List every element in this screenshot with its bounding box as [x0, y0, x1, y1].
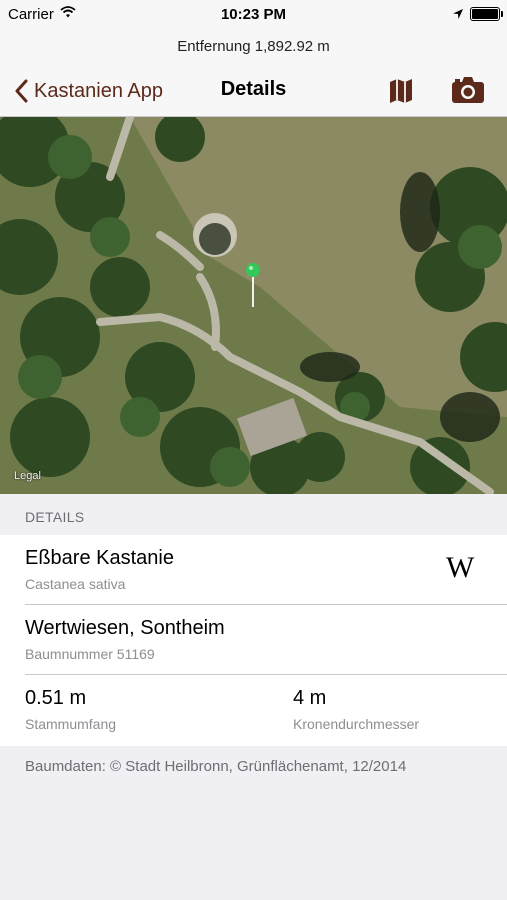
battery-icon — [470, 7, 503, 21]
pin-icon — [246, 263, 260, 307]
status-bar: Carrier 10:23 PM — [0, 0, 507, 28]
section-header: DETAILS — [0, 495, 507, 535]
tree-number: Baumnummer 51169 — [25, 646, 155, 662]
crown-diameter-label: Kronendurchmesser — [293, 716, 420, 732]
camera-button[interactable] — [450, 74, 486, 106]
clock: 10:23 PM — [220, 6, 287, 23]
page-title: Details — [220, 78, 287, 100]
camera-icon — [452, 77, 484, 103]
section-header-label: DETAILS — [25, 509, 85, 525]
location-arrow-icon — [452, 7, 464, 25]
satellite-map[interactable] — [0, 117, 507, 494]
trunk-circumference-label: Stammumfang — [25, 716, 117, 732]
species-cell: Eßbare Kastanie Castanea sativa W — [0, 535, 507, 605]
location-pin[interactable] — [246, 263, 260, 309]
data-source-footer: Baumdaten: © Stadt Heilbronn, Grünfläche… — [25, 758, 407, 775]
map-icon — [390, 79, 412, 103]
crown-diameter-value: 4 m — [293, 687, 327, 709]
map-button[interactable] — [386, 76, 416, 106]
location-name: Wertwiesen, Sontheim — [25, 617, 225, 639]
wikipedia-button[interactable]: W — [446, 551, 474, 585]
measurements-cell: 0.51 m Stammumfang 4 m Kronendurchmesser — [0, 675, 507, 746]
trunk-circumference-value: 0.51 m — [25, 687, 87, 709]
location-cell: Wertwiesen, Sontheim Baumnummer 51169 — [0, 605, 507, 675]
legal-link[interactable]: Legal — [14, 470, 41, 482]
species-latin-name: Castanea sativa — [25, 576, 126, 592]
navigation-bar: Kastanien App Details — [0, 66, 507, 117]
distance-label: Entfernung 1,892.92 m — [0, 28, 507, 66]
species-common-name: Eßbare Kastanie — [25, 547, 174, 569]
